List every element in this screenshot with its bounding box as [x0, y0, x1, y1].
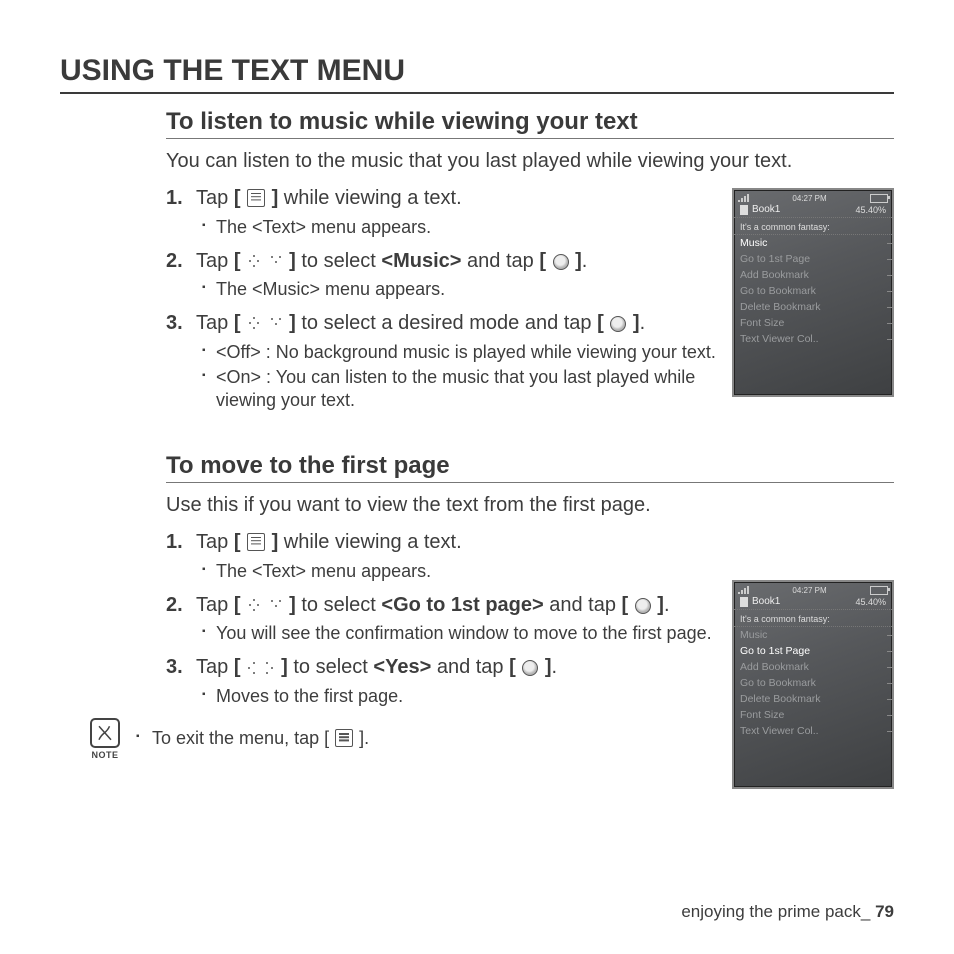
section-intro: You can listen to the music that you las…: [166, 149, 894, 174]
footer-text: enjoying the prime pack_: [681, 902, 870, 921]
note-label: NOTE: [90, 750, 120, 760]
step-item: 3. Tap [ ] to select <Yes> and tap [ ]. …: [166, 655, 756, 708]
menu-icon: [247, 189, 265, 207]
substep: <On> : You can listen to the music that …: [196, 366, 756, 412]
step-text: Tap: [196, 656, 234, 678]
device-menu-item: Add Bookmark: [734, 267, 892, 283]
device-menu-item: Go to Bookmark: [734, 675, 892, 691]
device-content-line: It's a common fantasy:: [734, 609, 892, 627]
signal-icon: [738, 194, 749, 202]
note-icon: [90, 718, 120, 748]
note-text: To exit the menu, tap [ ].: [134, 728, 369, 749]
device-percent: 45.40%: [855, 597, 886, 607]
down-icon: [269, 599, 283, 613]
battery-icon: [870, 194, 888, 203]
substep: Moves to the first page.: [196, 685, 756, 708]
step-item: 1. Tap [ ] while viewing a text. The <Te…: [166, 530, 756, 583]
step-text: to select: [296, 594, 382, 616]
step-item: 2. Tap [ ] to select <Music> and tap [ ]…: [166, 249, 756, 302]
device-menu-item: Go to 1st Page: [734, 643, 892, 659]
section-heading-music: To listen to music while viewing your te…: [166, 108, 894, 139]
step-item: 2. Tap [ ] to select <Go to 1st page> an…: [166, 593, 756, 646]
step-number: 1.: [166, 186, 183, 212]
step-number: 3.: [166, 655, 183, 681]
up-icon: [247, 317, 261, 331]
device-screenshot-firstpage: 04:27 PM Book1 45.40% It's a common fant…: [732, 580, 894, 789]
note-badge: NOTE: [90, 718, 120, 760]
step-text: Tap: [196, 531, 234, 553]
substep: <Off> : No background music is played wh…: [196, 341, 756, 364]
signal-icon: [738, 586, 749, 594]
step-text: Tap: [196, 250, 234, 272]
device-percent: 45.40%: [855, 205, 886, 215]
device-menu-item: Add Bookmark: [734, 659, 892, 675]
step-number: 2.: [166, 593, 183, 619]
device-menu-item: Delete Bookmark: [734, 691, 892, 707]
footer-page-number: 79: [875, 902, 894, 921]
step-number: 1.: [166, 530, 183, 556]
substep: You will see the confirmation window to …: [196, 622, 756, 645]
down-icon: [269, 255, 283, 269]
device-menu-item: Music: [734, 235, 892, 251]
device-menu-item: Go to Bookmark: [734, 283, 892, 299]
bold-label: <Yes>: [373, 656, 431, 678]
substep: The <Text> menu appears.: [196, 216, 756, 239]
device-time: 04:27 PM: [792, 194, 826, 203]
step-number: 3.: [166, 311, 183, 337]
device-menu: Music Go to 1st Page Add Bookmark Go to …: [734, 627, 892, 739]
select-icon: [610, 316, 626, 332]
step-text: Tap: [196, 594, 234, 616]
step-text: .: [640, 312, 646, 334]
device-menu-item: Text Viewer Col..: [734, 331, 892, 347]
up-icon: [247, 255, 261, 269]
device-menu: Music Go to 1st Page Add Bookmark Go to …: [734, 235, 892, 347]
device-menu-item: Text Viewer Col..: [734, 723, 892, 739]
step-text: .: [664, 594, 670, 616]
step-item: 1. Tap [ ] while viewing a text. The <Te…: [166, 186, 756, 239]
menu-icon: [247, 533, 265, 551]
down-icon: [269, 317, 283, 331]
substep: The <Text> menu appears.: [196, 560, 756, 583]
device-menu-item: Delete Bookmark: [734, 299, 892, 315]
device-title: Book1: [752, 596, 780, 607]
step-text: Tap: [196, 187, 234, 209]
device-menu-item: Font Size: [734, 315, 892, 331]
page-footer: enjoying the prime pack_ 79: [681, 902, 894, 922]
step-item: 3. Tap [ ] to select a desired mode and …: [166, 311, 756, 412]
step-text: and tap: [431, 656, 509, 678]
step-text: Tap: [196, 312, 234, 334]
select-icon: [635, 598, 651, 614]
device-menu-item: Go to 1st Page: [734, 251, 892, 267]
device-screenshot-music: 04:27 PM Book1 45.40% It's a common fant…: [732, 188, 894, 397]
section-heading-firstpage: To move to the first page: [166, 452, 894, 483]
step-text: .: [582, 250, 588, 272]
device-time: 04:27 PM: [792, 586, 826, 595]
step-text: .: [552, 656, 558, 678]
step-text: to select: [288, 656, 374, 678]
section-intro: Use this if you want to view the text fr…: [166, 493, 894, 518]
step-text: to select: [296, 250, 382, 272]
menu-icon: [335, 729, 353, 747]
step-text: while viewing a text.: [278, 187, 461, 209]
device-menu-item: Font Size: [734, 707, 892, 723]
device-menu-item: Music: [734, 627, 892, 643]
step-number: 2.: [166, 249, 183, 275]
step-text: and tap: [544, 594, 622, 616]
step-text: and tap: [461, 250, 539, 272]
bold-label: <Go to 1st page>: [381, 594, 543, 616]
page-title: USING THE TEXT MENU: [60, 54, 894, 94]
step-text: while viewing a text.: [278, 531, 461, 553]
select-icon: [553, 254, 569, 270]
right-icon: [265, 661, 275, 675]
device-content-line: It's a common fantasy:: [734, 217, 892, 235]
step-text: to select a desired mode and tap: [296, 312, 597, 334]
select-icon: [522, 660, 538, 676]
device-title: Book1: [752, 204, 780, 215]
left-icon: [247, 661, 257, 675]
bold-label: <Music>: [381, 250, 461, 272]
up-icon: [247, 599, 261, 613]
substep: The <Music> menu appears.: [196, 278, 756, 301]
battery-icon: [870, 586, 888, 595]
